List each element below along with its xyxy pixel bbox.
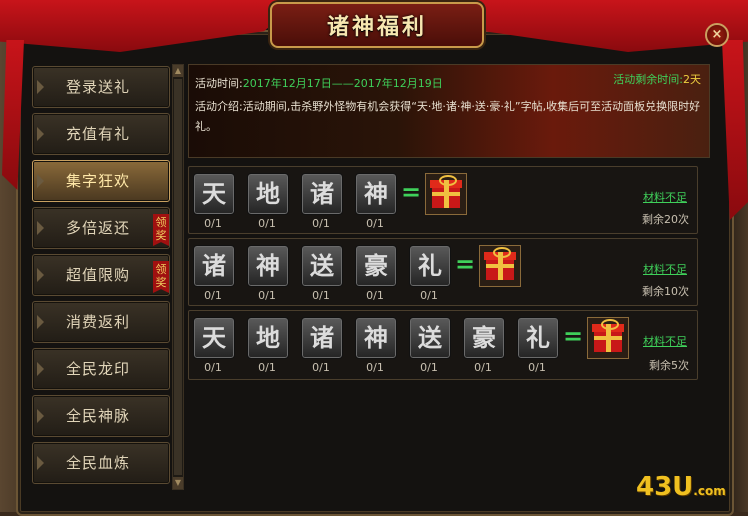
event-description: 活动介绍:活动期间,击杀野外怪物有机会获得“天·地·诸·神·送·豪·礼”字帖,收… <box>195 100 701 133</box>
scroll-down-icon[interactable]: ▼ <box>173 477 183 489</box>
exchange-button[interactable]: 材料不足 <box>643 261 687 277</box>
event-remaining: 活动剩余时间:2天 <box>613 71 701 87</box>
word-tile: 礼 <box>409 245 451 287</box>
word-tile: 神 <box>355 317 397 359</box>
watermark-main: 43U <box>636 472 694 502</box>
exchange-button[interactable]: 材料不足 <box>643 189 687 205</box>
word-count: 0/1 <box>528 361 546 374</box>
word-tile: 礼 <box>517 317 559 359</box>
sidebar-item-login-gift[interactable]: 登录送礼 <box>32 66 170 108</box>
sidebar-item-collect-words[interactable]: 集字狂欢 <box>32 160 170 202</box>
sidebar-item-multi-return[interactable]: 多倍返还 领奖 <box>32 207 170 249</box>
gift-box-icon[interactable] <box>479 245 521 287</box>
word-count: 0/1 <box>312 217 330 230</box>
equals-sign: = <box>401 178 422 206</box>
word-tile: 诸 <box>301 173 343 215</box>
word-count: 0/1 <box>258 217 276 230</box>
word-tile: 诸 <box>193 245 235 287</box>
sidebar-item-label: 全民神脉 <box>65 407 130 425</box>
word-tile: 天 <box>193 173 235 215</box>
sidebar-item-recharge-gift[interactable]: 充值有礼 <box>32 113 170 155</box>
word-tile: 送 <box>301 245 343 287</box>
exchange-row-3: 天 地 诸 神 送 豪 礼 0/1 0/1 0/1 0/1 0/1 0/1 0/… <box>188 310 698 380</box>
gift-box-icon[interactable] <box>425 173 467 215</box>
word-tile: 送 <box>409 317 451 359</box>
exchange-button[interactable]: 材料不足 <box>643 333 687 349</box>
sidebar-item-label: 充值有礼 <box>65 125 130 143</box>
word-tile: 地 <box>247 317 289 359</box>
event-time-label: 活动时间: <box>195 77 243 90</box>
gift-box-icon[interactable] <box>587 317 629 359</box>
sidebar-item-limited-buy[interactable]: 超值限购 领奖 <box>32 254 170 296</box>
word-count: 0/1 <box>474 361 492 374</box>
site-watermark: 43U.com <box>636 472 726 502</box>
word-count: 0/1 <box>258 361 276 374</box>
sidebar-item-label: 消费返利 <box>65 313 130 331</box>
claim-badge: 领奖 <box>153 214 169 246</box>
word-tile: 诸 <box>301 317 343 359</box>
sidebar-item-label: 集字狂欢 <box>65 172 130 190</box>
sidebar-item-dragon-seal[interactable]: 全民龙印 <box>32 348 170 390</box>
word-tile: 天 <box>193 317 235 359</box>
equals-sign: = <box>455 250 476 278</box>
exchange-row-1: 天 地 诸 神 0/1 0/1 0/1 0/1 = 材料不足 剩余20次 <box>188 166 698 234</box>
window-title: 诸神福利 <box>326 15 427 40</box>
sidebar-item-blood-refine[interactable]: 全民血炼 <box>32 442 170 484</box>
equals-sign: = <box>563 322 584 350</box>
word-count: 0/1 <box>312 289 330 302</box>
word-count: 0/1 <box>204 289 222 302</box>
event-remaining-label: 活动剩余时间: <box>613 73 683 86</box>
sidebar-item-label: 超值限购 <box>65 266 130 284</box>
event-banner: 活动时间:2017年12月17日——2017年12月19日 活动剩余时间:2天 … <box>188 64 710 158</box>
word-count: 0/1 <box>204 217 222 230</box>
word-count: 0/1 <box>366 289 384 302</box>
sidebar-scrollbar[interactable]: ▲ ▼ <box>172 64 184 490</box>
word-tile: 豪 <box>355 245 397 287</box>
sidebar-item-divine-vein[interactable]: 全民神脉 <box>32 395 170 437</box>
sidebar-item-label: 登录送礼 <box>65 78 130 96</box>
word-count: 0/1 <box>420 361 438 374</box>
event-remaining-value: 2天 <box>683 73 701 86</box>
word-tile: 地 <box>247 173 289 215</box>
word-tile: 神 <box>355 173 397 215</box>
sidebar-item-label: 全民龙印 <box>65 360 130 378</box>
word-count: 0/1 <box>366 217 384 230</box>
event-time: 活动时间:2017年12月17日——2017年12月19日 <box>195 75 443 91</box>
title-plate: 诸神福利 <box>270 2 484 48</box>
empty-content-area <box>188 384 696 488</box>
watermark-suffix: .com <box>693 484 726 498</box>
exchange-row-2: 诸 神 送 豪 礼 0/1 0/1 0/1 0/1 0/1 = 材料不足 剩余1… <box>188 238 698 306</box>
scroll-up-icon[interactable]: ▲ <box>173 65 183 77</box>
sidebar-item-spend-rebate[interactable]: 消费返利 <box>32 301 170 343</box>
word-tile: 豪 <box>463 317 505 359</box>
remaining-count: 剩余20次 <box>642 213 689 226</box>
word-tile: 神 <box>247 245 289 287</box>
word-count: 0/1 <box>420 289 438 302</box>
word-count: 0/1 <box>258 289 276 302</box>
event-time-value: 2017年12月17日——2017年12月19日 <box>242 77 443 90</box>
word-count: 0/1 <box>204 361 222 374</box>
close-icon: × <box>711 27 723 42</box>
close-button[interactable]: × <box>705 23 729 47</box>
sidebar-item-label: 多倍返还 <box>65 219 130 237</box>
claim-badge: 领奖 <box>153 261 169 293</box>
sidebar-item-label: 全民血炼 <box>65 454 130 472</box>
sidebar: 登录送礼 充值有礼 集字狂欢 多倍返还 领奖 超值限购 领奖 消费返利 全民龙印… <box>32 64 172 488</box>
word-count: 0/1 <box>366 361 384 374</box>
scroll-thumb[interactable] <box>174 79 182 475</box>
remaining-count: 剩余10次 <box>642 285 689 298</box>
word-count: 0/1 <box>312 361 330 374</box>
remaining-count: 剩余5次 <box>649 359 689 372</box>
